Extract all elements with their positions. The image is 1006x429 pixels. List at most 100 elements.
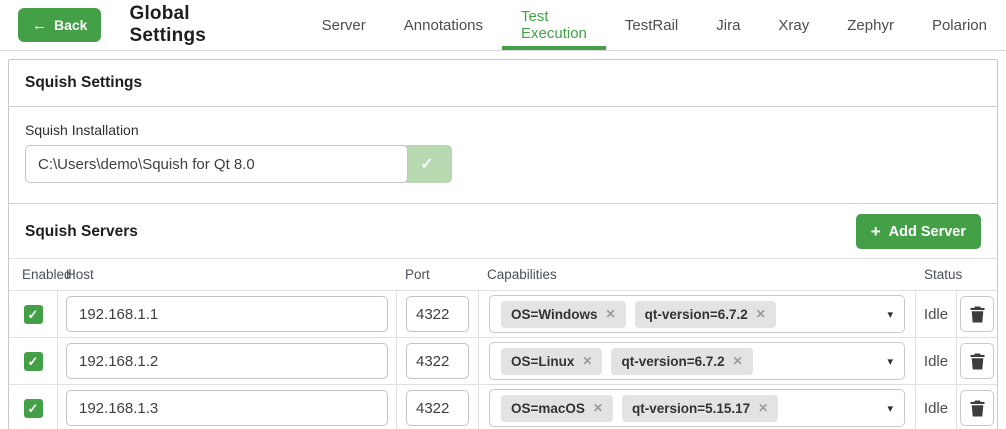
- table-row: ✓ OS=Linux ✕ qt-version=6.7.2 ✕: [9, 338, 997, 385]
- remove-tag-icon[interactable]: ✕: [593, 401, 603, 415]
- tab-server[interactable]: Server: [303, 0, 385, 50]
- port-input[interactable]: [406, 343, 469, 379]
- port-input[interactable]: [406, 296, 469, 332]
- column-header-capabilities: Capabilities: [479, 267, 916, 282]
- chevron-down-icon[interactable]: ▾: [887, 402, 893, 415]
- enabled-cell: ✓: [9, 291, 58, 337]
- check-icon: ✓: [28, 355, 39, 368]
- add-server-button[interactable]: + Add Server: [856, 214, 981, 249]
- host-input[interactable]: [66, 390, 388, 426]
- column-header-enabled: Enabled: [9, 267, 58, 282]
- port-cell: [397, 338, 479, 384]
- add-server-label: Add Server: [889, 224, 966, 240]
- check-icon: ✓: [28, 402, 39, 415]
- squish-installation-label: Squish Installation: [25, 122, 981, 138]
- capability-tag-label: OS=Linux: [511, 354, 574, 369]
- host-input[interactable]: [66, 296, 388, 332]
- squish-servers-title: Squish Servers: [25, 223, 138, 241]
- capability-tag-label: OS=Windows: [511, 307, 598, 322]
- column-header-port: Port: [397, 267, 479, 282]
- plus-icon: +: [871, 223, 881, 240]
- back-button[interactable]: ← Back: [18, 8, 101, 42]
- capability-tag: qt-version=6.7.2 ✕: [635, 301, 776, 328]
- capability-tag-label: qt-version=5.15.17: [632, 401, 750, 416]
- table-row: ✓ OS=macOS ✕ qt-version=5.15.17 ✕: [9, 385, 997, 429]
- squish-settings-title: Squish Settings: [25, 74, 142, 91]
- chevron-down-icon[interactable]: ▾: [887, 355, 893, 368]
- actions-cell: [957, 291, 997, 337]
- remove-tag-icon[interactable]: ✕: [733, 354, 743, 368]
- delete-server-button[interactable]: [960, 343, 994, 379]
- tab-zephyr[interactable]: Zephyr: [828, 0, 913, 50]
- remove-tag-icon[interactable]: ✕: [758, 401, 768, 415]
- remove-tag-icon[interactable]: ✕: [582, 354, 592, 368]
- enabled-cell: ✓: [9, 338, 58, 384]
- capability-tag-label: qt-version=6.7.2: [621, 354, 724, 369]
- capability-tag: qt-version=5.15.17 ✕: [622, 395, 778, 422]
- chevron-down-icon[interactable]: ▾: [887, 308, 893, 321]
- trash-icon: [970, 353, 985, 370]
- port-input[interactable]: [406, 390, 469, 426]
- enabled-checkbox[interactable]: ✓: [24, 305, 43, 324]
- host-cell: [58, 291, 397, 337]
- tab-jira[interactable]: Jira: [697, 0, 759, 50]
- installation-path-input[interactable]: [25, 145, 408, 183]
- capabilities-select[interactable]: OS=Linux ✕ qt-version=6.7.2 ✕ ▾: [489, 342, 905, 380]
- status-cell: Idle: [916, 338, 957, 384]
- tab-annotations[interactable]: Annotations: [385, 0, 502, 50]
- capability-tag: OS=Windows ✕: [501, 301, 626, 328]
- back-button-label: Back: [54, 17, 87, 33]
- trash-icon: [970, 306, 985, 323]
- port-cell: [397, 291, 479, 337]
- capabilities-select[interactable]: OS=Windows ✕ qt-version=6.7.2 ✕ ▾: [489, 295, 905, 333]
- column-header-status: Status: [916, 267, 957, 282]
- check-icon: ✓: [28, 308, 39, 321]
- servers-table: Enabled Host Port Capabilities Status ✓: [9, 258, 997, 429]
- capabilities-select[interactable]: OS=macOS ✕ qt-version=5.15.17 ✕ ▾: [489, 389, 905, 427]
- capabilities-cell: OS=macOS ✕ qt-version=5.15.17 ✕ ▾: [479, 385, 916, 429]
- remove-tag-icon[interactable]: ✕: [756, 307, 766, 321]
- table-header-row: Enabled Host Port Capabilities Status: [9, 258, 997, 291]
- squish-servers-header: Squish Servers + Add Server: [9, 203, 997, 258]
- status-cell: Idle: [916, 291, 957, 337]
- column-header-host: Host: [58, 267, 397, 282]
- delete-server-button[interactable]: [960, 390, 994, 426]
- remove-tag-icon[interactable]: ✕: [606, 307, 616, 321]
- capabilities-cell: OS=Linux ✕ qt-version=6.7.2 ✕ ▾: [479, 338, 916, 384]
- tab-polarion[interactable]: Polarion: [913, 0, 1006, 50]
- top-header-bar: ← Back Global Settings Server Annotation…: [0, 0, 1006, 51]
- back-arrow-icon: ←: [32, 18, 47, 33]
- actions-cell: [957, 338, 997, 384]
- enabled-checkbox[interactable]: ✓: [24, 399, 43, 418]
- host-input[interactable]: [66, 343, 388, 379]
- status-text: Idle: [924, 400, 948, 417]
- status-text: Idle: [924, 353, 948, 370]
- check-icon: ✓: [420, 154, 433, 174]
- squish-settings-header: Squish Settings: [9, 60, 997, 107]
- trash-icon: [970, 400, 985, 417]
- status-cell: Idle: [916, 385, 957, 429]
- enabled-cell: ✓: [9, 385, 58, 429]
- host-cell: [58, 338, 397, 384]
- capability-tag: OS=Linux ✕: [501, 348, 602, 375]
- host-cell: [58, 385, 397, 429]
- confirm-installation-button[interactable]: ✓: [402, 145, 452, 183]
- tab-testrail[interactable]: TestRail: [606, 0, 697, 50]
- tab-test-execution[interactable]: Test Execution: [502, 0, 606, 50]
- capability-tag: OS=macOS ✕: [501, 395, 613, 422]
- status-text: Idle: [924, 306, 948, 323]
- tab-xray[interactable]: Xray: [759, 0, 828, 50]
- capability-tag: qt-version=6.7.2 ✕: [611, 348, 752, 375]
- installation-input-group: ✓: [25, 145, 981, 183]
- capabilities-cell: OS=Windows ✕ qt-version=6.7.2 ✕ ▾: [479, 291, 916, 337]
- page-title: Global Settings: [129, 3, 256, 47]
- table-row: ✓ OS=Windows ✕ qt-version=6.7.2 ✕: [9, 291, 997, 338]
- settings-panel: Squish Settings Squish Installation ✓ Sq…: [8, 59, 998, 429]
- capability-tag-label: qt-version=6.7.2: [645, 307, 748, 322]
- settings-tab-bar: Server Annotations Test Execution TestRa…: [303, 0, 1006, 50]
- squish-installation-section: Squish Installation ✓: [9, 107, 997, 203]
- delete-server-button[interactable]: [960, 296, 994, 332]
- capability-tag-label: OS=macOS: [511, 401, 585, 416]
- enabled-checkbox[interactable]: ✓: [24, 352, 43, 371]
- actions-cell: [957, 385, 997, 429]
